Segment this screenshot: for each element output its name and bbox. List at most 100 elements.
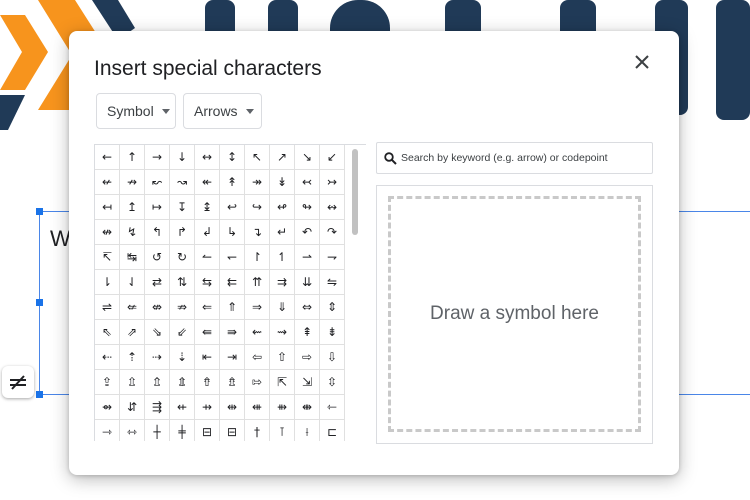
symbol-cell[interactable]: ⇇ <box>220 270 245 295</box>
symbol-cell[interactable]: ↛ <box>120 170 145 195</box>
symbol-cell[interactable]: ↰ <box>145 220 170 245</box>
symbol-cell[interactable]: ⇆ <box>195 270 220 295</box>
symbol-cell[interactable]: ⇝ <box>270 320 295 345</box>
symbol-cell[interactable]: ⇊ <box>295 270 320 295</box>
symbol-cell[interactable]: ⇭ <box>170 370 195 395</box>
symbol-cell[interactable]: ⇵ <box>120 395 145 420</box>
symbol-cell[interactable]: ↧ <box>170 195 195 220</box>
symbol-cell[interactable]: ⟊ <box>295 420 320 441</box>
symbol-cell[interactable]: ⇅ <box>170 270 195 295</box>
symbol-cell[interactable]: † <box>245 420 270 441</box>
symbol-cell[interactable]: ⇌ <box>95 295 120 320</box>
symbol-cell[interactable]: ⇗ <box>120 320 145 345</box>
symbol-cell[interactable]: ↫ <box>270 195 295 220</box>
symbol-cell[interactable]: ⇬ <box>145 370 170 395</box>
symbol-cell[interactable]: ↾ <box>245 245 270 270</box>
symbol-cell[interactable]: ⇩ <box>320 345 345 370</box>
symbol-cell[interactable]: ↠ <box>245 170 270 195</box>
symbol-cell[interactable]: ↞ <box>195 170 220 195</box>
symbol-cell[interactable]: ⇴ <box>95 395 120 420</box>
symbol-cell[interactable]: ↖ <box>245 145 270 170</box>
symbol-cell[interactable]: → <box>145 145 170 170</box>
symbol-cell[interactable]: ⇦ <box>245 345 270 370</box>
symbol-cell[interactable]: ⇼ <box>295 395 320 420</box>
symbol-cell[interactable]: ⇲ <box>295 370 320 395</box>
symbol-cell[interactable]: ⇹ <box>220 395 245 420</box>
symbol-cell[interactable]: ↪ <box>245 195 270 220</box>
symbol-cell[interactable]: ⇮ <box>195 370 220 395</box>
symbol-cell[interactable]: ↚ <box>95 170 120 195</box>
symbol-cell[interactable]: ⇺ <box>245 395 270 420</box>
resize-handle-middle-left[interactable] <box>36 299 43 306</box>
symbol-cell[interactable]: ⊟ <box>220 420 245 441</box>
symbol-cell[interactable]: ↯ <box>120 220 145 245</box>
symbol-cell[interactable]: ⇘ <box>145 320 170 345</box>
symbol-cell[interactable]: ⇡ <box>120 345 145 370</box>
search-input[interactable] <box>401 152 641 164</box>
scrollbar-thumb[interactable] <box>352 149 358 235</box>
symbol-grid-scrollbar[interactable] <box>350 147 360 441</box>
symbol-cell[interactable]: ⇍ <box>120 295 145 320</box>
symbol-cell[interactable]: ⇙ <box>170 320 195 345</box>
symbol-cell[interactable]: ⇐ <box>195 295 220 320</box>
symbol-cell[interactable]: ⇄ <box>145 270 170 295</box>
symbol-cell[interactable]: ↽ <box>220 245 245 270</box>
symbol-cell[interactable]: ↡ <box>270 170 295 195</box>
symbol-cell[interactable]: ↙ <box>320 145 345 170</box>
symbol-cell[interactable]: ↸ <box>95 245 120 270</box>
symbol-cell[interactable]: ⇧ <box>270 345 295 370</box>
symbol-cell[interactable]: ↨ <box>195 195 220 220</box>
symbol-cell[interactable]: ↶ <box>295 220 320 245</box>
symbol-cell[interactable]: ↗ <box>270 145 295 170</box>
symbol-cell[interactable]: ⇣ <box>170 345 195 370</box>
symbol-cell[interactable]: ↮ <box>95 220 120 245</box>
symbol-cell[interactable]: ⇁ <box>320 245 345 270</box>
symbol-cell[interactable]: ← <box>95 145 120 170</box>
symbol-cell[interactable]: ⇏ <box>170 295 195 320</box>
symbol-cell[interactable]: ⇎ <box>145 295 170 320</box>
symbol-cell[interactable]: ⇨ <box>295 345 320 370</box>
symbol-cell[interactable]: ⊏ <box>320 420 345 441</box>
draw-symbol-canvas[interactable]: Draw a symbol here <box>388 196 641 432</box>
symbol-cell[interactable]: ↝ <box>170 170 195 195</box>
symbol-cell[interactable]: ↷ <box>320 220 345 245</box>
symbol-cell[interactable]: ↲ <box>195 220 220 245</box>
symbol-cell[interactable]: ⇷ <box>170 395 195 420</box>
symbol-cell[interactable]: ⇾ <box>95 420 120 441</box>
symbol-cell[interactable]: ↹ <box>120 245 145 270</box>
symbol-cell[interactable]: ⊟ <box>195 420 220 441</box>
symbol-cell[interactable]: ↕ <box>220 145 245 170</box>
symbol-cell[interactable]: ⇖ <box>95 320 120 345</box>
symbol-cell[interactable]: ↤ <box>95 195 120 220</box>
subcategory-dropdown[interactable]: Arrows <box>183 93 262 129</box>
symbol-cell[interactable]: ↢ <box>295 170 320 195</box>
symbol-cell[interactable]: ↳ <box>220 220 245 245</box>
symbol-cell[interactable]: ⇯ <box>220 370 245 395</box>
symbol-cell[interactable]: ⇰ <box>245 370 270 395</box>
symbol-cell[interactable]: ⇕ <box>320 295 345 320</box>
symbol-cell[interactable]: ┼ <box>145 420 170 441</box>
symbol-cell[interactable]: ↱ <box>170 220 195 245</box>
symbol-search-box[interactable] <box>376 142 653 174</box>
symbol-cell[interactable]: ⇜ <box>245 320 270 345</box>
symbol-cell[interactable]: ↥ <box>120 195 145 220</box>
symbol-cell[interactable]: ⇔ <box>295 295 320 320</box>
symbol-cell[interactable]: ⇢ <box>145 345 170 370</box>
symbol-cell[interactable]: ⇱ <box>270 370 295 395</box>
symbol-cell[interactable]: ⇃ <box>120 270 145 295</box>
symbol-cell[interactable]: ⇀ <box>295 245 320 270</box>
symbol-cell[interactable]: ⇠ <box>95 345 120 370</box>
symbol-cell[interactable]: ↺ <box>145 245 170 270</box>
symbol-cell[interactable]: ⇋ <box>320 270 345 295</box>
symbol-cell[interactable]: ↔ <box>195 145 220 170</box>
symbol-cell[interactable]: ⇉ <box>270 270 295 295</box>
resize-handle-top-left[interactable] <box>36 208 43 215</box>
text-wrap-button[interactable] <box>2 366 34 398</box>
symbol-cell[interactable]: ⇳ <box>320 370 345 395</box>
symbol-cell[interactable]: ↜ <box>145 170 170 195</box>
symbol-cell[interactable]: ↿ <box>270 245 295 270</box>
symbol-cell[interactable]: ⇛ <box>220 320 245 345</box>
symbol-cell[interactable]: ↬ <box>295 195 320 220</box>
symbol-cell[interactable]: ⇽ <box>320 395 345 420</box>
symbol-cell[interactable]: ⇫ <box>120 370 145 395</box>
